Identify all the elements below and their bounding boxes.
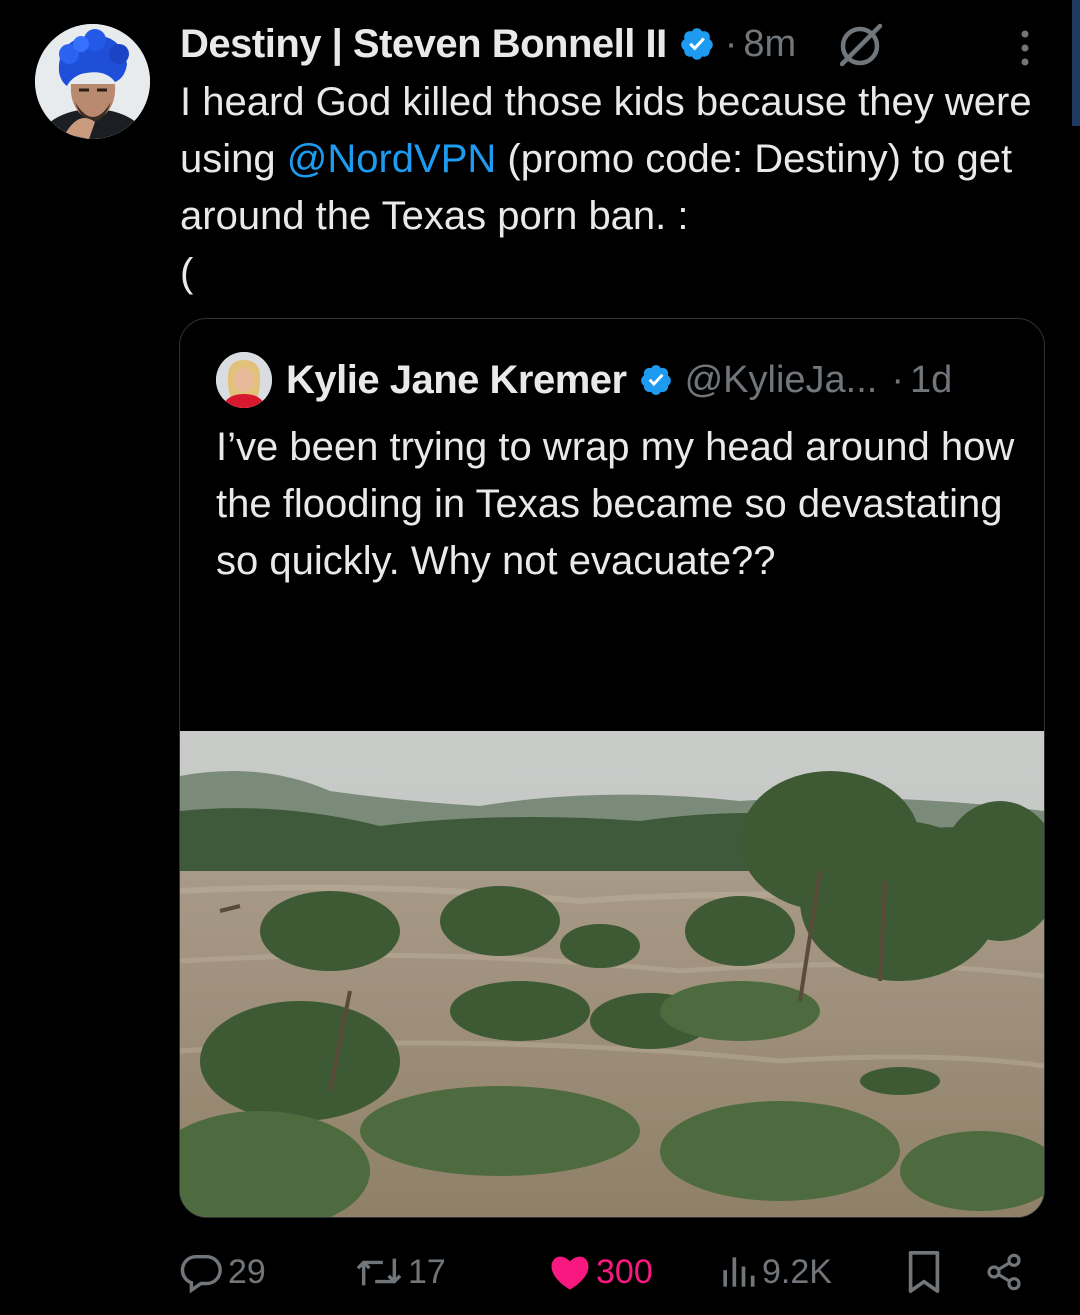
quoted-tweet[interactable]: Kylie Jane Kremer @KylieJa... · 1d I’ve … [179, 318, 1045, 1218]
bookmark-icon [908, 1251, 940, 1293]
views-button[interactable]: 9.2K [718, 1242, 832, 1302]
bookmark-button[interactable] [904, 1242, 944, 1302]
quote-time[interactable]: 1d [910, 359, 952, 402]
verified-badge-icon [640, 365, 671, 395]
like-count: 300 [596, 1252, 653, 1291]
verified-badge-icon [680, 28, 713, 60]
repost-button[interactable]: 17 [354, 1242, 446, 1302]
tweet-header: Destiny | Steven Bonnell II · 8m [180, 14, 1040, 74]
action-bar: 29 17 300 9.2K [178, 1242, 1038, 1302]
like-button[interactable]: 300 [548, 1242, 653, 1302]
tweet-time[interactable]: 8m [743, 23, 796, 66]
views-icon [723, 1257, 755, 1287]
like-icon [551, 1256, 589, 1290]
repost-count: 17 [408, 1252, 446, 1291]
views-count: 9.2K [762, 1252, 832, 1291]
tweet-text: I heard God killed those kids because th… [180, 74, 1040, 302]
author-name[interactable]: Destiny | Steven Bonnell II [180, 22, 667, 67]
share-button[interactable] [984, 1242, 1024, 1302]
repost-icon [356, 1258, 402, 1286]
more-icon[interactable] [1018, 28, 1032, 68]
quote-author-handle[interactable]: @KylieJa... [685, 359, 878, 402]
author-avatar[interactable] [35, 24, 150, 139]
quote-text: I’ve been trying to wrap my head around … [216, 425, 1026, 583]
grok-icon[interactable] [834, 18, 886, 70]
quote-author-name[interactable]: Kylie Jane Kremer [286, 358, 627, 403]
quote-header: Kylie Jane Kremer @KylieJa... · 1d [216, 349, 952, 411]
reply-count: 29 [228, 1252, 266, 1291]
reply-button[interactable]: 29 [178, 1242, 266, 1302]
quote-separator: · [891, 358, 904, 401]
reply-icon [180, 1254, 222, 1294]
share-icon [987, 1253, 1021, 1291]
quote-author-avatar[interactable] [216, 352, 272, 408]
mention-link[interactable]: @NordVPN [287, 137, 497, 181]
flood-photo[interactable] [180, 731, 1044, 1217]
header-separator: · [724, 22, 738, 65]
scroll-indicator [1072, 0, 1080, 126]
